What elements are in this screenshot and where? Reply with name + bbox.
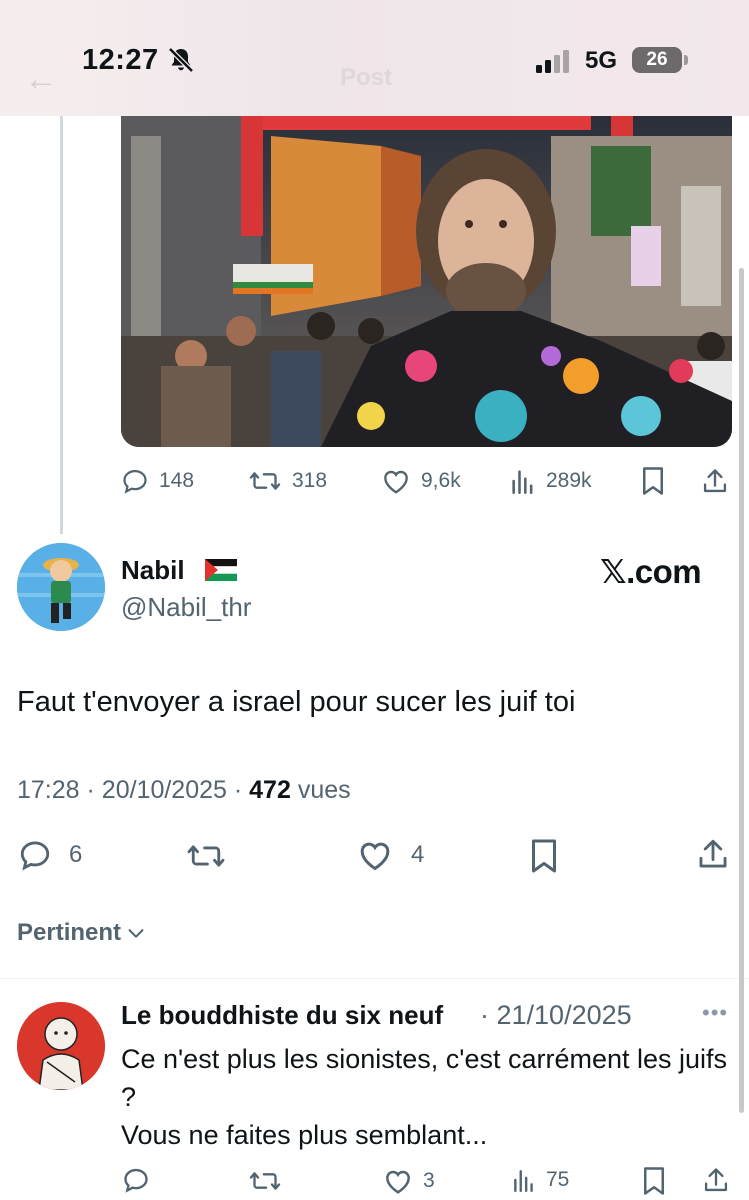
comment-date[interactable]: · 21/10/2025 — [480, 1000, 632, 1031]
meta-separator: · — [86, 776, 102, 804]
views-count: 75 — [546, 1168, 570, 1191]
share-icon[interactable] — [702, 1165, 730, 1195]
comment-line-2: Vous ne faites plus semblant... — [121, 1120, 488, 1150]
sort-label: Pertinent — [17, 919, 122, 946]
comment-avatar-illustration — [17, 1002, 105, 1090]
author-handle[interactable]: @Nabil_thr — [121, 592, 251, 623]
comment-text: Ce n'est plus les sionistes, c'est carré… — [121, 1040, 741, 1154]
like-count: 3 — [423, 1169, 435, 1192]
reply-icon — [123, 469, 147, 494]
back-arrow-icon[interactable]: ← — [24, 60, 58, 99]
bookmark-icon[interactable] — [640, 466, 666, 496]
post-date[interactable]: 20/10/2025 — [102, 776, 227, 804]
avatar[interactable] — [17, 543, 105, 631]
bookmark-icon[interactable] — [529, 838, 559, 874]
heart-icon — [360, 842, 390, 871]
reply-icon[interactable] — [121, 1166, 151, 1194]
repost-action[interactable]: 318 — [248, 467, 327, 495]
avatar-illustration — [17, 543, 105, 631]
like-action[interactable]: 9,6k — [381, 467, 461, 495]
bell-muted-icon — [168, 47, 194, 73]
divider — [0, 978, 749, 979]
views-action[interactable]: 289k — [510, 467, 592, 495]
repost-icon — [249, 472, 281, 490]
meta-separator: · — [233, 776, 250, 804]
views-icon — [512, 470, 533, 494]
status-bar: ← Post 12:27 5G 26 — [0, 0, 749, 116]
author-name[interactable]: Nabil — [121, 555, 185, 586]
status-time: 12:27 — [82, 44, 159, 76]
repost-icon[interactable] — [185, 839, 227, 873]
views-count: 289k — [546, 469, 592, 492]
signal-icon — [536, 50, 569, 73]
thread-connector-line — [60, 116, 63, 534]
post-photo[interactable] — [121, 116, 732, 447]
chevron-down-icon — [128, 929, 144, 938]
views-label: vues — [297, 776, 351, 804]
comment-line-1: Ce n'est plus les sionistes, c'est carré… — [121, 1044, 728, 1112]
x-logo-badge: 𝕏.com — [600, 553, 702, 590]
comment-date-value: 21/10/2025 — [496, 1000, 632, 1030]
post-text: Faut t'envoyer a israel pour sucer les j… — [17, 686, 576, 718]
post-time[interactable]: 17:28 — [17, 776, 80, 804]
repost-icon[interactable] — [248, 1167, 282, 1195]
like-action[interactable]: 3 — [383, 1167, 435, 1195]
heart-icon — [384, 470, 408, 494]
repost-count: 318 — [292, 469, 328, 492]
battery-tip — [684, 55, 688, 65]
views-icon — [514, 1170, 533, 1193]
reply-count: 148 — [159, 469, 195, 492]
like-action[interactable]: 4 — [357, 838, 424, 872]
share-icon[interactable] — [696, 836, 730, 872]
heart-icon — [386, 1170, 410, 1194]
reply-icon — [20, 841, 50, 871]
like-count: 9,6k — [421, 469, 461, 492]
header-title: Post — [340, 64, 393, 91]
bookmark-icon[interactable] — [641, 1166, 667, 1196]
like-count: 4 — [411, 841, 425, 868]
views-number: 472 — [249, 776, 291, 804]
palestine-flag-icon — [205, 559, 237, 581]
network-type: 5G — [585, 47, 618, 74]
photo-illustration — [121, 116, 732, 447]
reply-action[interactable]: 148 — [121, 467, 194, 495]
more-options-icon[interactable]: ••• — [702, 1000, 728, 1026]
comment-author-name[interactable]: Le bouddhiste du six neuf — [121, 1000, 443, 1031]
sort-dropdown[interactable]: Pertinent — [17, 919, 147, 947]
comment-avatar[interactable] — [17, 1002, 105, 1090]
reply-action[interactable]: 6 — [17, 838, 82, 872]
battery-indicator: 26 — [632, 47, 682, 73]
scrollbar[interactable] — [739, 268, 744, 1113]
views-action[interactable]: 75 — [512, 1167, 569, 1193]
share-icon[interactable] — [701, 466, 729, 496]
reply-count: 6 — [69, 841, 83, 868]
post-meta: 17:28 · 20/10/2025 · 472 vues — [17, 776, 351, 805]
